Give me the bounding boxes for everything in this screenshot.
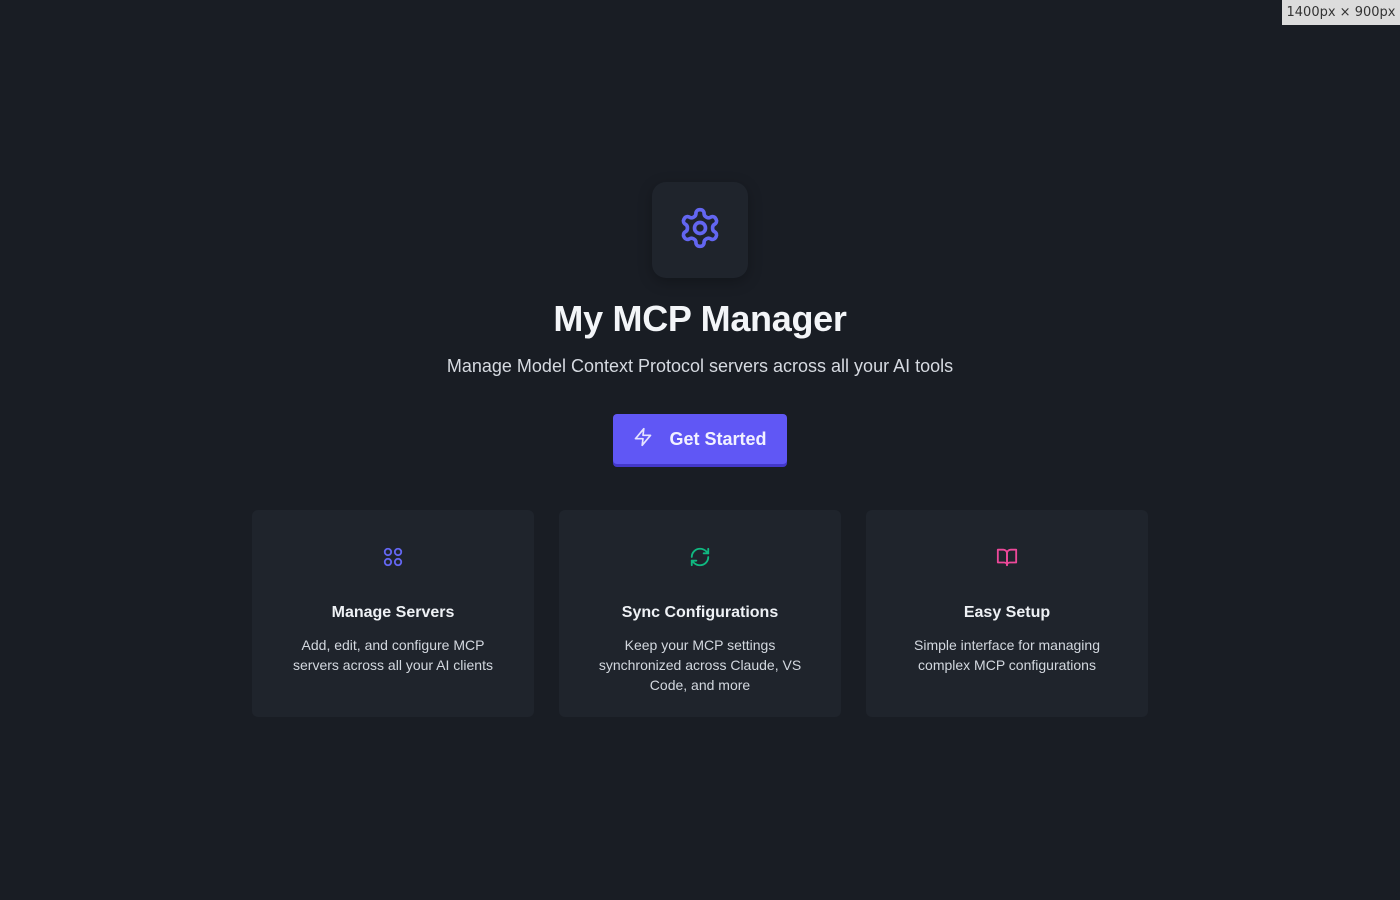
feature-card-easy-setup: Easy Setup Simple interface for managing… [866,510,1148,717]
book-icon [996,546,1018,573]
feature-title: Sync Configurations [621,604,779,621]
viewport-size-badge: 1400px × 900px [1282,0,1400,25]
app-logo [652,182,748,278]
get-started-button[interactable]: Get Started [613,414,787,464]
refresh-icon [689,546,711,573]
lightning-icon [633,427,653,452]
feature-description: Add, edit, and configure MCP servers acr… [293,637,493,673]
grid-icon [382,546,404,573]
page-title: My MCP Manager [553,298,847,339]
get-started-label: Get Started [669,428,767,449]
feature-description: Simple interface for managing complex MC… [914,637,1100,673]
feature-card-manage-servers: Manage Servers Add, edit, and configure … [252,510,534,717]
page-subtitle: Manage Model Context Protocol servers ac… [446,356,954,376]
gear-icon [678,206,722,255]
feature-card-sync-configurations: Sync Configurations Keep your MCP settin… [559,510,841,717]
feature-title: Easy Setup [963,604,1051,621]
feature-title: Manage Servers [331,604,455,621]
feature-description: Keep your MCP settings synchronized acro… [598,637,802,693]
